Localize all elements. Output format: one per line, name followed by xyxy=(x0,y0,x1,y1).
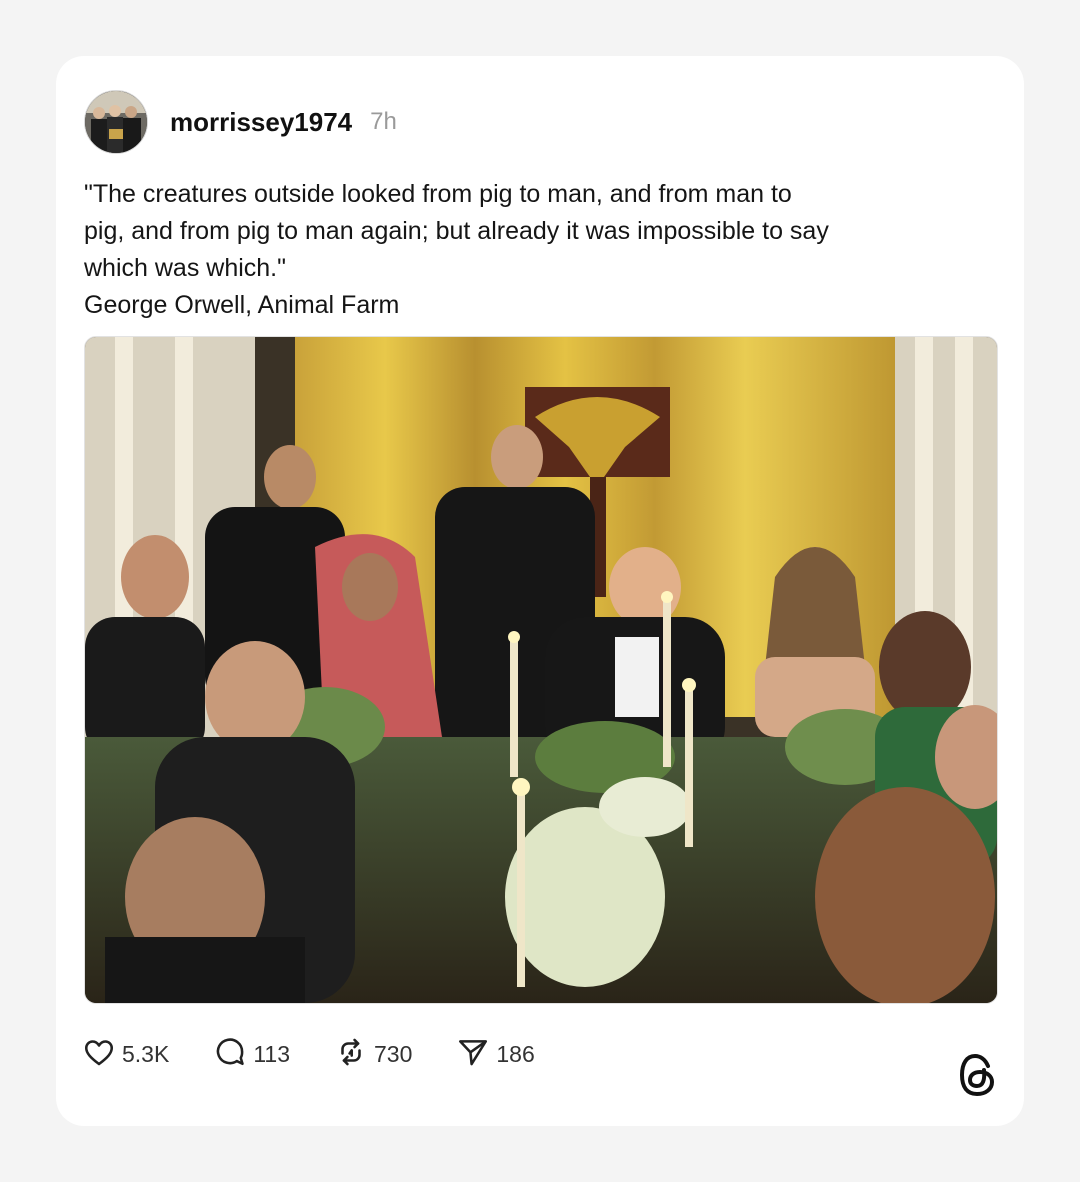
reply-button[interactable]: 113 xyxy=(213,1035,290,1074)
paper-plane-icon xyxy=(456,1035,490,1074)
heart-icon xyxy=(82,1035,116,1074)
repost-icon xyxy=(334,1035,368,1074)
threads-logo-icon[interactable] xyxy=(958,1052,996,1098)
repost-count: 730 xyxy=(374,1040,413,1067)
post-actions: 5.3K 113 730 186 xyxy=(82,1034,579,1074)
username[interactable]: morrissey1974 xyxy=(170,107,352,138)
share-count: 186 xyxy=(496,1040,535,1067)
share-button[interactable]: 186 xyxy=(456,1035,535,1074)
post-text-line: which was which." xyxy=(84,254,287,282)
post-attribution: George Orwell, Animal Farm xyxy=(84,291,400,319)
post-text-line: "The creatures outside looked from pig t… xyxy=(84,180,792,208)
post-image[interactable] xyxy=(84,336,998,1004)
post-text-line: pig, and from pig to man again; but alre… xyxy=(84,217,829,245)
post-header: morrissey1974 7h xyxy=(84,90,397,154)
repost-button[interactable]: 730 xyxy=(334,1035,412,1074)
like-button[interactable]: 5.3K xyxy=(82,1035,169,1074)
speech-bubble-icon xyxy=(213,1035,247,1074)
reply-count: 113 xyxy=(253,1040,290,1067)
like-count: 5.3K xyxy=(122,1040,170,1067)
post-text: "The creatures outside looked from pig t… xyxy=(84,176,964,324)
post-card: morrissey1974 7h "The creatures outside … xyxy=(56,56,1024,1126)
post-timestamp: 7h xyxy=(370,108,397,135)
avatar[interactable] xyxy=(84,90,148,154)
